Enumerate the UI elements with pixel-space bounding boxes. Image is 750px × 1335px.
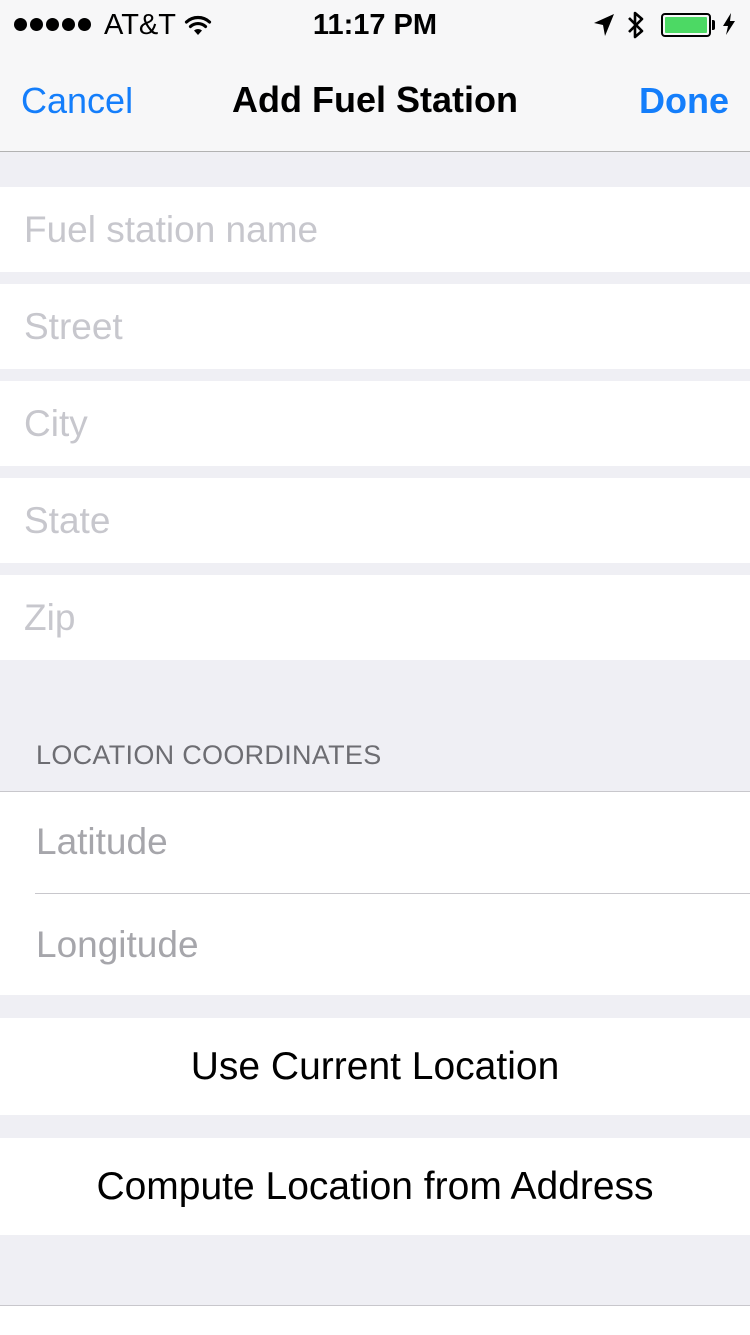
zip-input[interactable] [0, 575, 750, 660]
fuel-station-name-input[interactable] [0, 187, 750, 272]
state-input[interactable] [0, 478, 750, 563]
battery-tip [712, 20, 715, 30]
done-button[interactable]: Done [639, 80, 729, 122]
divider [35, 893, 750, 894]
use-current-location-button[interactable]: Use Current Location [0, 1018, 750, 1115]
battery-icon [661, 13, 711, 37]
location-arrow-icon [594, 14, 614, 36]
latitude-input[interactable] [0, 792, 750, 892]
bottom-cell [0, 1305, 750, 1335]
bluetooth-icon [628, 11, 644, 39]
compute-location-button[interactable]: Compute Location from Address [0, 1138, 750, 1235]
coordinates-group [0, 791, 750, 995]
street-input[interactable] [0, 284, 750, 369]
status-bar: AT&T 11:17 PM [0, 0, 750, 50]
charging-bolt-icon [723, 13, 735, 35]
navigation-bar: Cancel Add Fuel Station Done [0, 50, 750, 152]
city-input[interactable] [0, 381, 750, 466]
cancel-button[interactable]: Cancel [21, 80, 133, 122]
section-header-location: LOCATION COORDINATES [36, 740, 382, 770]
longitude-input[interactable] [0, 895, 750, 995]
